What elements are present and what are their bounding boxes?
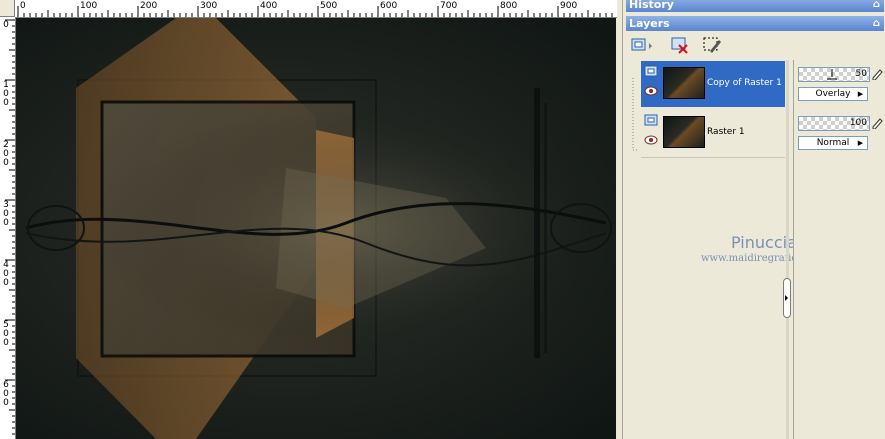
layer-row-raster-1[interactable]: Raster 1 xyxy=(641,110,785,156)
ruler-label: 3 0 0 xyxy=(3,200,9,228)
layer-properties: 50 Overlay ▶ 100 Normal ▶ xyxy=(793,60,885,439)
pin-icon[interactable]: ⌂ xyxy=(873,16,880,31)
history-palette-title[interactable]: History ⌂ xyxy=(626,0,884,12)
lock-icon[interactable] xyxy=(871,116,884,129)
lock-icon[interactable] xyxy=(871,67,884,80)
blend-mode-value: Overlay xyxy=(815,89,851,99)
layer-thumbnail xyxy=(663,67,705,99)
ruler-label: 0 xyxy=(20,1,26,11)
edit-selection-icon xyxy=(703,37,721,53)
opacity-value: 100 xyxy=(849,118,867,128)
ruler-label: 2 0 0 xyxy=(3,140,9,168)
history-title-label: History xyxy=(629,0,674,11)
vertical-ruler: 0 1 0 0 2 0 0 3 0 0 4 0 0 5 0 0 6 0 0 xyxy=(0,17,16,439)
ruler-ticks-horizontal xyxy=(17,6,613,17)
layer-list-scrollbar[interactable] xyxy=(786,60,789,439)
ruler-label: 600 xyxy=(380,1,398,11)
layer-type-icon xyxy=(644,65,658,77)
right-panel: History ⌂ Layers ⌂ Copy of Raster 1 Rast… xyxy=(622,0,885,439)
chevron-right-icon[interactable]: ▶ xyxy=(856,88,865,100)
ruler-label: 6 0 0 xyxy=(3,380,9,408)
opacity-value: 50 xyxy=(855,69,867,79)
ruler-label: 1 0 0 xyxy=(3,80,9,108)
slider-thumb-icon xyxy=(827,69,837,80)
ruler-label: 4 0 0 xyxy=(3,260,9,288)
opacity-slider[interactable]: 50 xyxy=(798,67,870,82)
layer-type-icon xyxy=(644,114,658,126)
ruler-label: 100 xyxy=(80,1,98,11)
new-layer-button[interactable] xyxy=(629,34,652,56)
canvas-area: 0 100 200 300 400 500 600 700 800 900 0 … xyxy=(0,0,622,439)
layers-palette-title[interactable]: Layers ⌂ xyxy=(626,16,884,31)
eye-icon[interactable] xyxy=(644,135,658,145)
layer-tree-line xyxy=(632,78,638,151)
pin-icon[interactable]: ⌂ xyxy=(873,0,880,12)
layer-name: Raster 1 xyxy=(707,127,745,137)
new-layer-icon xyxy=(631,38,652,51)
artwork xyxy=(25,18,612,439)
ruler-corner xyxy=(0,0,15,17)
chevron-right-icon xyxy=(785,295,788,301)
panel-splitter-handle[interactable] xyxy=(783,278,791,318)
delete-layer-button[interactable] xyxy=(669,34,691,56)
layers-toolbar xyxy=(627,32,883,58)
chevron-right-icon[interactable]: ▶ xyxy=(856,137,865,149)
blend-mode-value: Normal xyxy=(816,138,850,148)
horizontal-ruler: 0 100 200 300 400 500 600 700 800 900 xyxy=(15,0,617,18)
edit-selection-button[interactable] xyxy=(701,34,723,56)
delete-layer-icon xyxy=(671,37,688,54)
layer-list: Copy of Raster 1 Raster 1 Pinuccia www.m… xyxy=(627,60,819,439)
ruler-label: 200 xyxy=(140,1,158,11)
ruler-label: 300 xyxy=(200,1,218,11)
eye-icon[interactable] xyxy=(644,86,658,96)
ruler-label: 400 xyxy=(260,1,278,11)
ruler-label: 5 0 0 xyxy=(3,320,9,348)
ruler-label: 0 xyxy=(3,20,9,30)
layer-name: Copy of Raster 1 xyxy=(707,78,782,88)
ruler-label: 700 xyxy=(440,1,458,11)
ruler-label: 900 xyxy=(560,1,578,11)
ruler-label: 500 xyxy=(320,1,338,11)
opacity-slider[interactable]: 100 xyxy=(798,116,870,131)
divider xyxy=(641,157,785,158)
image-canvas[interactable] xyxy=(16,18,616,439)
layer-row-copy-of-raster-1[interactable]: Copy of Raster 1 xyxy=(641,61,785,107)
layer-thumbnail xyxy=(663,116,705,148)
layers-title-label: Layers xyxy=(629,17,670,30)
ruler-label: 800 xyxy=(500,1,518,11)
